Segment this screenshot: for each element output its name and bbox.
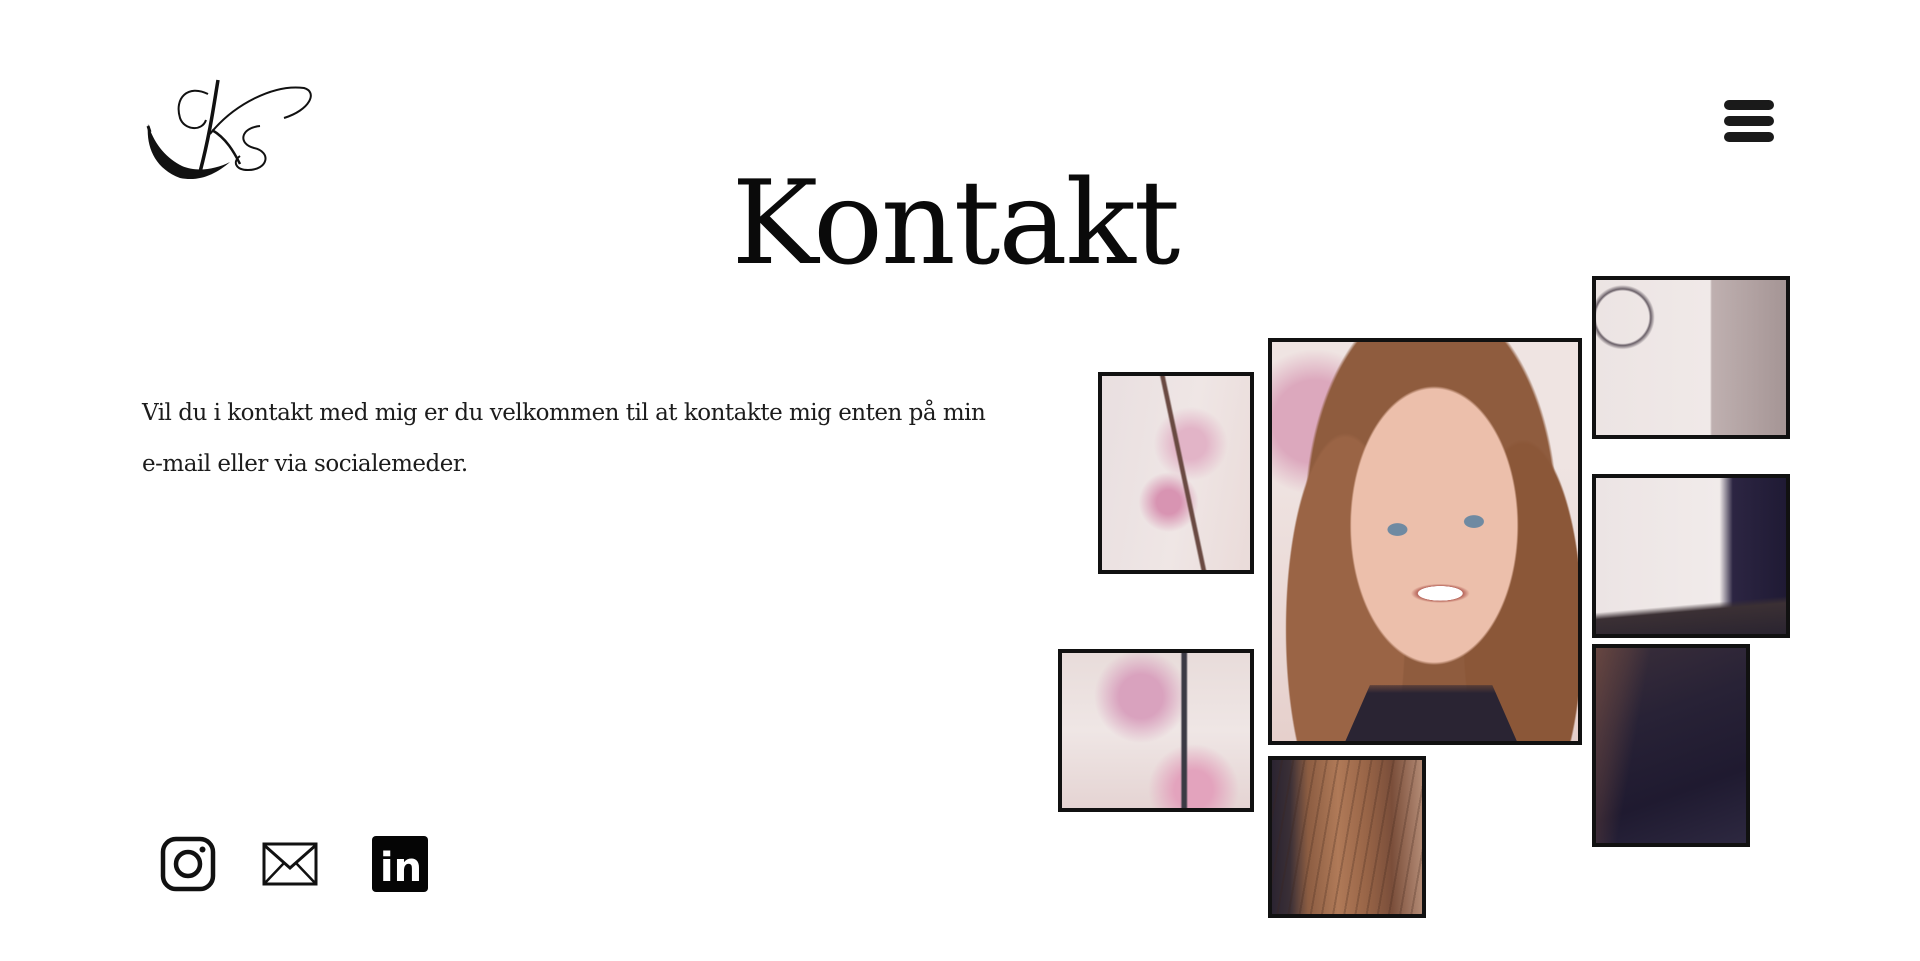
gallery-photo-blossom-1: [1098, 372, 1254, 574]
mail-icon[interactable]: [262, 842, 318, 886]
hamburger-menu-icon: [1724, 100, 1774, 110]
gallery-photo-shoulder: [1592, 474, 1790, 638]
instagram-icon[interactable]: [160, 836, 216, 892]
linkedin-icon[interactable]: in: [372, 836, 428, 892]
gallery-photo-hair: [1268, 756, 1426, 918]
linkedin-label: in: [380, 845, 422, 891]
gallery-photo-portrait: [1268, 338, 1582, 745]
intro-line-1: Vil du i kontakt med mig er du velkommen…: [142, 400, 986, 426]
gallery-photo-jacket: [1592, 644, 1750, 847]
intro-text: Vil du i kontakt med mig er du velkommen…: [142, 388, 1042, 490]
intro-line-2: e-mail eller via socialemeder.: [142, 451, 468, 477]
gallery-photo-blossom-2: [1058, 649, 1254, 812]
gallery-photo-window: [1592, 276, 1790, 439]
menu-button[interactable]: [1724, 98, 1776, 144]
page-title: Kontakt: [731, 156, 1181, 291]
